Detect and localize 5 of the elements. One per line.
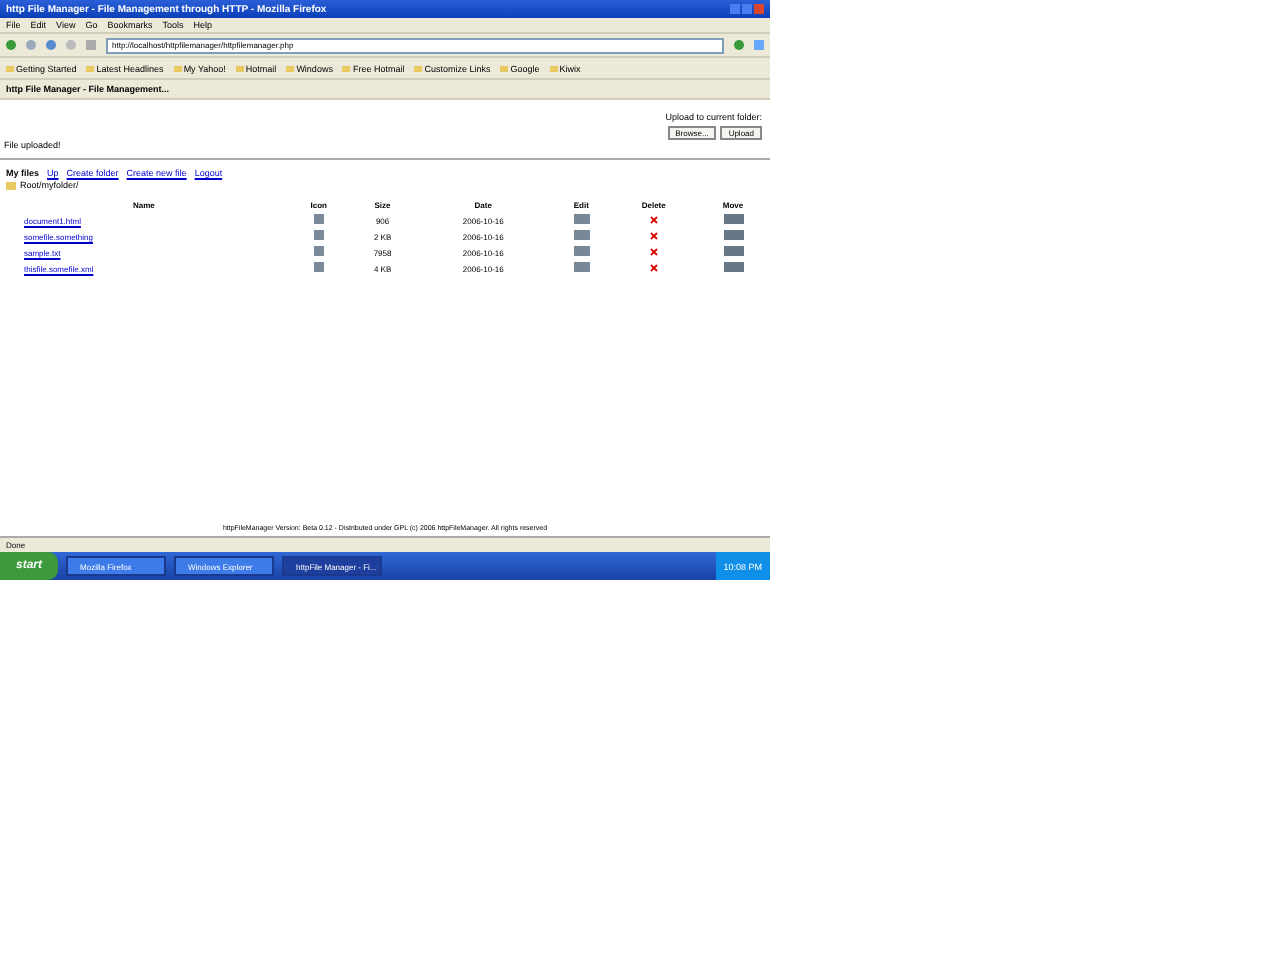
delete-icon[interactable]	[649, 231, 658, 239]
delete-icon[interactable]	[649, 263, 658, 271]
delete-icon[interactable]	[649, 247, 658, 255]
folder-icon	[6, 181, 16, 189]
delete-icon[interactable]	[649, 215, 658, 223]
